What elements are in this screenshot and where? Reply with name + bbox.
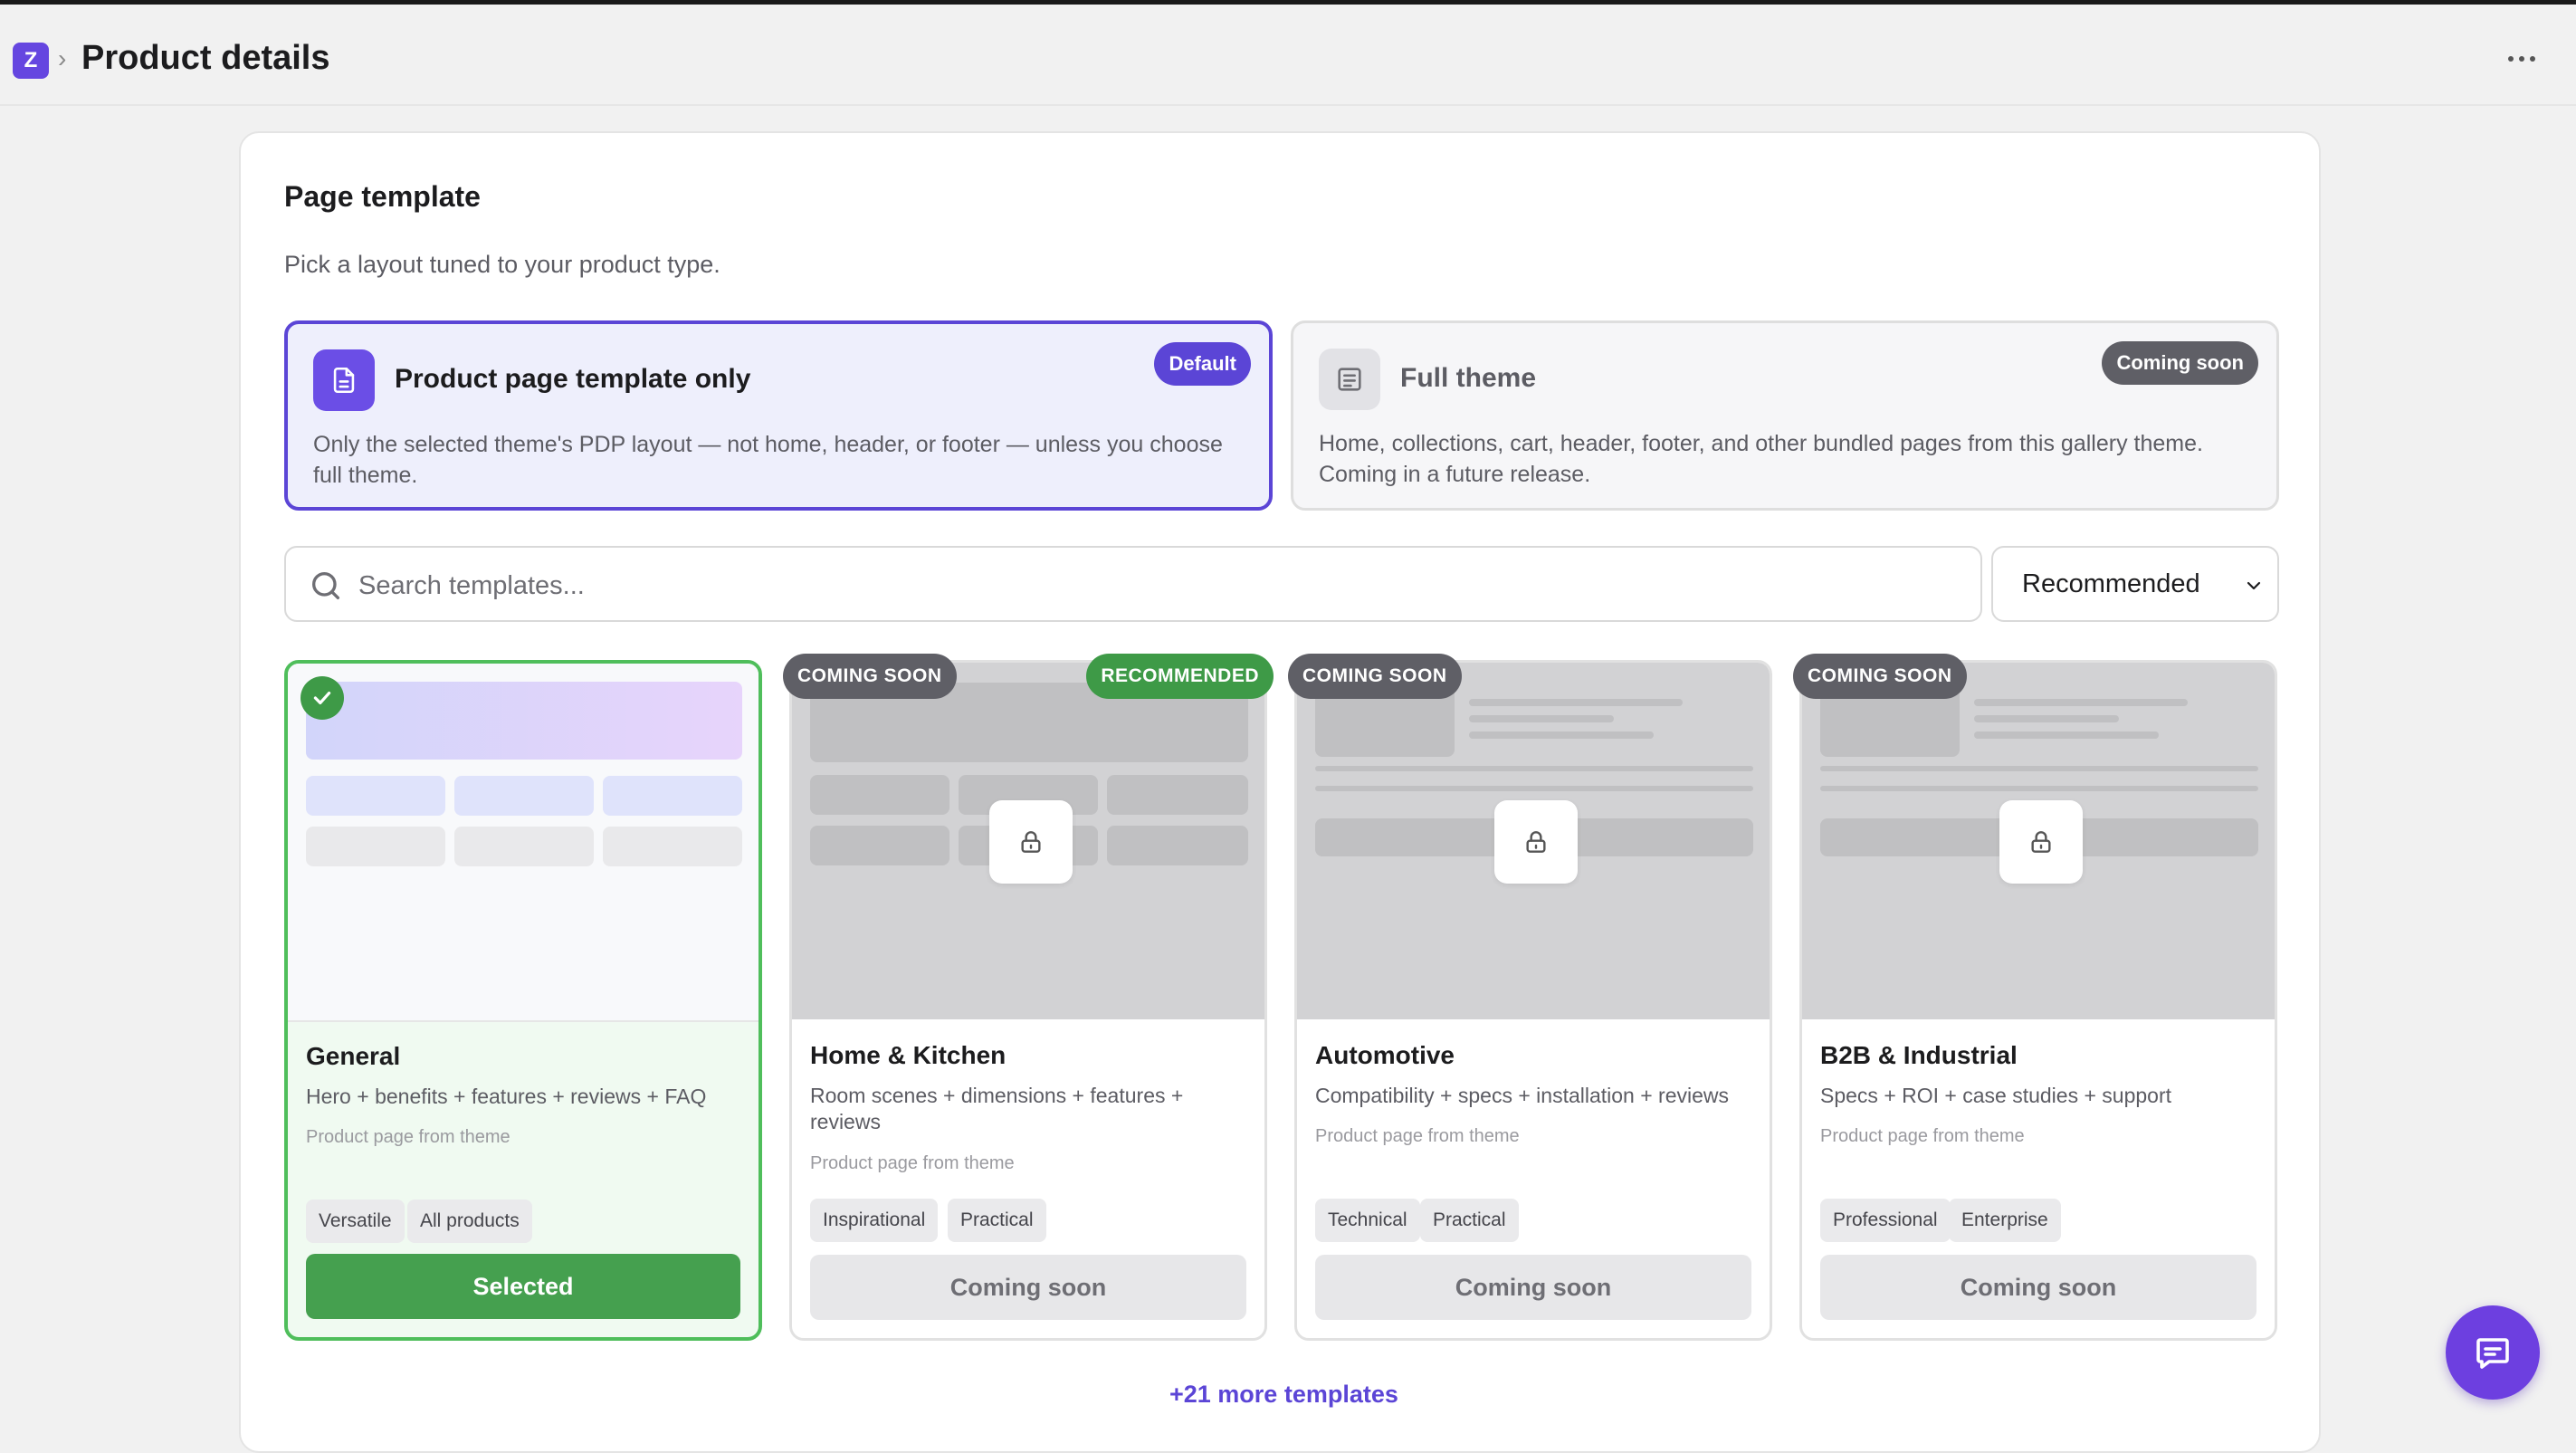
search-box xyxy=(284,546,1982,622)
coming-soon-badge: COMING SOON xyxy=(1793,654,1967,699)
template-card-general[interactable]: General Hero + benefits + features + rev… xyxy=(284,660,762,1341)
coming-soon-button: Coming soon xyxy=(1315,1255,1751,1320)
more-templates-link[interactable]: +21 more templates xyxy=(1169,1381,1398,1409)
chat-icon xyxy=(2476,1338,2509,1369)
template-description: Specs + ROI + case studies + support xyxy=(1820,1084,2172,1107)
template-tag: Professional xyxy=(1820,1199,1951,1242)
option-title: Full theme xyxy=(1400,363,1537,393)
option-full-theme: Full theme Coming soon Home, collections… xyxy=(1291,320,2279,511)
template-tag: Technical xyxy=(1315,1199,1420,1242)
top-bar: Z › Product details xyxy=(0,5,2576,106)
dot-icon xyxy=(2519,56,2524,62)
app-logo[interactable]: Z xyxy=(13,43,49,79)
template-preview xyxy=(792,663,1264,1019)
section-title: Page template xyxy=(284,180,481,213)
template-card-automotive[interactable]: COMING SOON Automotive Compatibility + s… xyxy=(1288,654,1772,1341)
template-preview xyxy=(1297,663,1770,1019)
section-subtitle: Pick a layout tuned to your product type… xyxy=(284,251,720,278)
lock-icon xyxy=(989,800,1073,884)
template-source: Product page from theme xyxy=(810,1153,1015,1173)
template-title: B2B & Industrial xyxy=(1820,1041,2018,1069)
template-title: General xyxy=(306,1042,401,1070)
coming-soon-button: Coming soon xyxy=(810,1255,1246,1320)
default-badge: Default xyxy=(1154,342,1251,386)
template-description: Compatibility + specs + installation + r… xyxy=(1315,1084,1730,1107)
template-tag: Inspirational xyxy=(810,1199,939,1242)
template-tag: All products xyxy=(407,1200,532,1243)
template-source: Product page from theme xyxy=(306,1127,510,1147)
coming-soon-badge: Coming soon xyxy=(2102,341,2258,385)
search-icon xyxy=(312,572,339,599)
template-tag: Enterprise xyxy=(1949,1199,2061,1242)
dot-icon xyxy=(2530,56,2535,62)
layout-icon xyxy=(1319,349,1380,410)
template-card-b2b-industrial[interactable]: COMING SOON B2B & Industrial Specs + ROI… xyxy=(1793,654,2277,1341)
recommended-badge: RECOMMENDED xyxy=(1086,654,1274,699)
template-preview xyxy=(1802,663,2275,1019)
template-tag: Practical xyxy=(1420,1199,1519,1242)
option-product-page-template[interactable]: Product page template only Default Only … xyxy=(284,320,1273,511)
template-title: Home & Kitchen xyxy=(810,1041,1007,1069)
lock-icon xyxy=(1494,800,1578,884)
template-tag: Versatile xyxy=(306,1200,405,1243)
template-description: Room scenes + dimensions + features + re… xyxy=(810,1084,1184,1133)
option-description: Home, collections, cart, header, footer,… xyxy=(1319,431,2203,487)
template-source: Product page from theme xyxy=(1820,1126,2025,1146)
template-description: Hero + benefits + features + reviews + F… xyxy=(306,1085,707,1108)
document-icon xyxy=(313,349,375,411)
template-tag: Practical xyxy=(948,1199,1046,1242)
dot-icon xyxy=(2508,56,2514,62)
template-source: Product page from theme xyxy=(1315,1126,1520,1146)
checkmark-icon xyxy=(301,676,344,720)
breadcrumb-separator: › xyxy=(58,44,67,72)
template-title: Automotive xyxy=(1315,1041,1455,1069)
coming-soon-badge: COMING SOON xyxy=(1288,654,1462,699)
chat-button[interactable] xyxy=(2446,1305,2540,1400)
option-title: Product page template only xyxy=(395,364,751,394)
coming-soon-button: Coming soon xyxy=(1820,1255,2256,1320)
coming-soon-badge: COMING SOON xyxy=(783,654,957,699)
chevron-down-icon xyxy=(2247,581,2261,590)
option-description: Only the selected theme's PDP layout — n… xyxy=(313,432,1223,488)
more-options-button[interactable] xyxy=(2500,41,2543,77)
lock-icon xyxy=(1999,800,2083,884)
page-title: Product details xyxy=(81,39,330,77)
template-preview xyxy=(288,664,758,1022)
template-card-home-kitchen[interactable]: COMING SOON RECOMMENDED Home & Kitchen R… xyxy=(783,654,1274,1341)
page-template-panel: Page template Pick a layout tuned to you… xyxy=(239,131,2321,1453)
sort-value: Recommended xyxy=(2022,569,2200,598)
selected-button[interactable]: Selected xyxy=(306,1254,740,1319)
search-input[interactable] xyxy=(357,560,1953,611)
sort-select[interactable]: Recommended xyxy=(1991,546,2279,622)
